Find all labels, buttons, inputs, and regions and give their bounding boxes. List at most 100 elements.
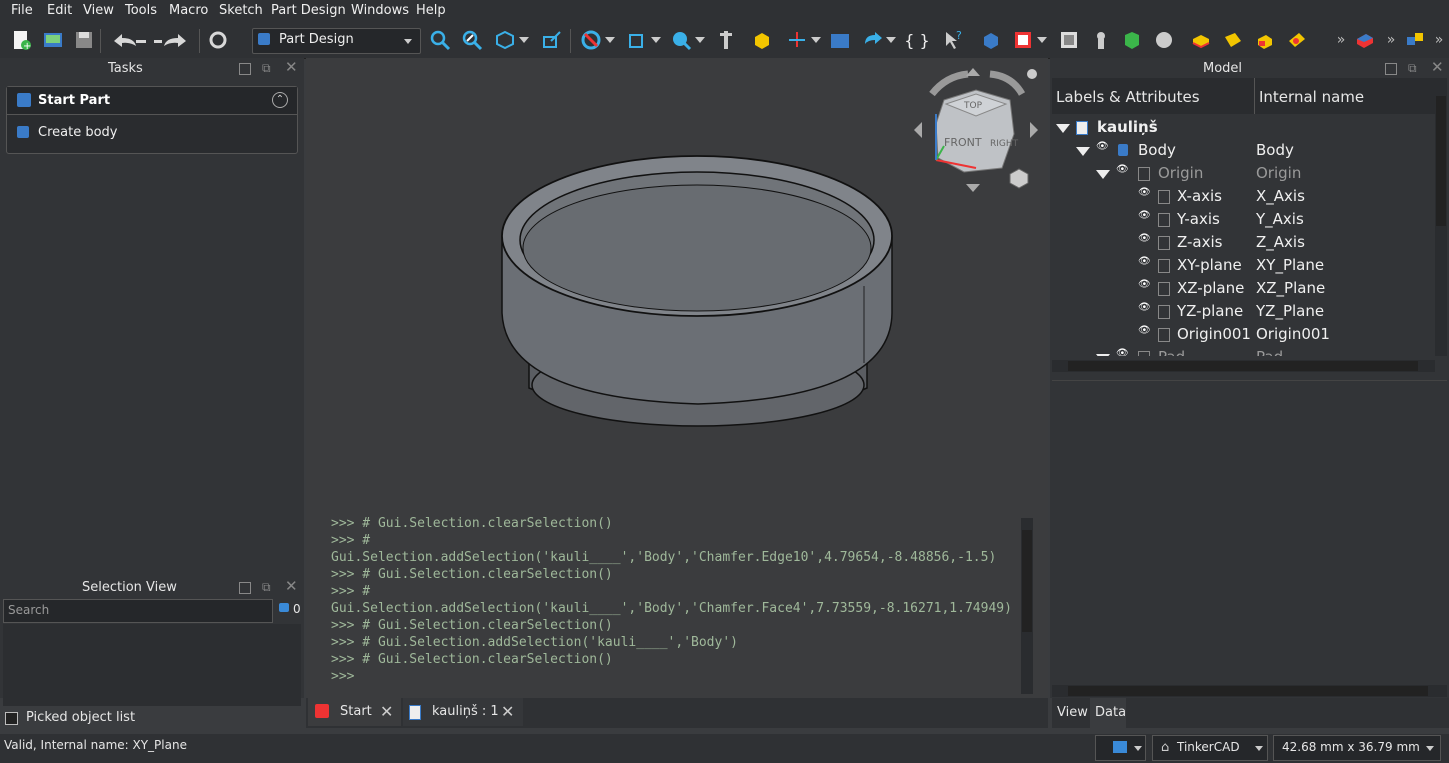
chevron-down-icon[interactable]: [811, 37, 821, 43]
whats-this-icon[interactable]: ?: [940, 27, 966, 53]
bounding-box-icon[interactable]: [624, 27, 650, 53]
visibility-eye-icon[interactable]: 👁: [1096, 141, 1109, 152]
selection-search-input[interactable]: Search: [3, 599, 273, 623]
fit-all-icon[interactable]: [427, 27, 453, 53]
navcube-front-label[interactable]: FRONT: [944, 136, 982, 149]
close-panel-icon[interactable]: ✕: [285, 579, 298, 594]
boolean-icon[interactable]: [1352, 27, 1378, 53]
menu-part-design[interactable]: Part Design: [271, 3, 346, 18]
chevron-down-icon[interactable]: [886, 37, 896, 43]
save-icon[interactable]: [71, 27, 97, 53]
clear-search-icon[interactable]: [279, 603, 289, 612]
visibility-eye-icon[interactable]: 👁: [1138, 187, 1151, 198]
picked-object-checkbox[interactable]: [5, 712, 18, 725]
float-panel-icon[interactable]: [239, 63, 251, 75]
sketch-icon[interactable]: [1010, 27, 1036, 53]
isometric-view-icon[interactable]: [492, 27, 518, 53]
visibility-eye-icon[interactable]: 👁: [1138, 302, 1151, 313]
braces-icon[interactable]: { }: [904, 27, 930, 53]
box-zoom-icon[interactable]: [539, 27, 565, 53]
restore-panel-icon[interactable]: ⧉: [1408, 62, 1420, 74]
tab-document[interactable]: kauliņš : 1 ✕: [403, 698, 523, 726]
open-file-icon[interactable]: [40, 27, 66, 53]
menu-macro[interactable]: Macro: [169, 3, 208, 18]
menu-edit[interactable]: Edit: [47, 3, 72, 18]
expand-arrow-icon[interactable]: [1096, 170, 1110, 179]
float-panel-icon[interactable]: [1385, 63, 1397, 75]
axis-cross-icon[interactable]: [784, 27, 810, 53]
tree-row[interactable]: 👁 Origin001 Origin001: [1052, 323, 1435, 346]
navcube-right-label[interactable]: RIGHT: [990, 139, 1019, 149]
tab-data[interactable]: Data: [1090, 698, 1126, 728]
menu-file[interactable]: File: [11, 3, 33, 18]
redo-icon[interactable]: [152, 27, 192, 53]
tree-vertical-scrollbar[interactable]: [1435, 78, 1447, 356]
link-icon[interactable]: [860, 27, 886, 53]
restore-panel-icon[interactable]: ⧉: [262, 62, 274, 74]
tab-start[interactable]: Start ✕: [308, 698, 401, 726]
console-scrollbar[interactable]: [1021, 518, 1033, 694]
scrollbar-handle[interactable]: [1022, 530, 1032, 632]
navigation-cube[interactable]: TOP FRONT RIGHT: [906, 64, 1046, 204]
property-scrollbar[interactable]: [1052, 685, 1447, 697]
selection-list[interactable]: [3, 624, 301, 706]
tree-row[interactable]: 👁 Body Body: [1052, 139, 1435, 162]
new-file-icon[interactable]: +: [8, 27, 34, 53]
chevron-down-icon[interactable]: [651, 37, 661, 43]
navigation-style-selector[interactable]: ⌂ TinkerCAD: [1152, 735, 1268, 761]
tree-row[interactable]: kauliņš: [1052, 116, 1435, 139]
draw-style-icon[interactable]: [578, 27, 604, 53]
model-tree[interactable]: kauliņš 👁 Body Body 👁 Origin Origin 👁 X-axis X_Ax…: [1052, 114, 1435, 356]
draw-style-selector[interactable]: [1095, 735, 1146, 761]
tree-row[interactable]: 👁 Pad Pad: [1052, 346, 1435, 356]
float-panel-icon[interactable]: [239, 582, 251, 594]
toolbar-overflow-icon[interactable]: »: [1426, 27, 1449, 53]
toolbar-overflow-icon[interactable]: »: [1328, 27, 1354, 53]
property-view[interactable]: [1052, 380, 1447, 687]
revolution-icon[interactable]: [1252, 27, 1278, 53]
create-body-link[interactable]: Create body: [38, 125, 117, 140]
pocket-icon[interactable]: [1220, 27, 1246, 53]
point-icon[interactable]: [1088, 27, 1114, 53]
subtractive-icon[interactable]: [1151, 27, 1177, 53]
scrollbar-handle[interactable]: [1068, 361, 1418, 371]
restore-panel-icon[interactable]: ⧉: [262, 581, 274, 593]
tree-row[interactable]: 👁 XZ-plane XZ_Plane: [1052, 277, 1435, 300]
tree-row[interactable]: 👁 Origin Origin: [1052, 162, 1435, 185]
chevron-down-icon[interactable]: [695, 37, 705, 43]
visibility-eye-icon[interactable]: 👁: [1138, 325, 1151, 336]
close-panel-icon[interactable]: ✕: [285, 60, 298, 75]
pad-icon[interactable]: [1188, 27, 1214, 53]
scrollbar-handle[interactable]: [1436, 96, 1446, 226]
navcube-top-label[interactable]: TOP: [963, 101, 983, 111]
dimension-selector[interactable]: 42.68 mm x 36.79 mm: [1273, 735, 1441, 761]
menu-sketch[interactable]: Sketch: [219, 3, 263, 18]
folder-icon[interactable]: [827, 27, 853, 53]
menu-help[interactable]: Help: [416, 3, 446, 18]
close-tab-icon[interactable]: ✕: [380, 702, 393, 721]
close-panel-icon[interactable]: ✕: [1431, 60, 1444, 75]
taskbox-header[interactable]: Start Part ⌃: [7, 87, 297, 115]
visibility-eye-icon[interactable]: 👁: [1138, 279, 1151, 290]
tab-view[interactable]: View: [1057, 705, 1088, 720]
column-internal-name[interactable]: Internal name: [1259, 88, 1364, 106]
visibility-eye-icon[interactable]: 👁: [1138, 233, 1151, 244]
tree-horizontal-scrollbar[interactable]: [1052, 360, 1435, 372]
tree-row[interactable]: 👁 Z-axis Z_Axis: [1052, 231, 1435, 254]
expand-arrow-icon[interactable]: [1056, 124, 1070, 133]
chevron-down-icon[interactable]: [605, 37, 615, 43]
visibility-eye-icon[interactable]: 👁: [1138, 210, 1151, 221]
fit-selection-icon[interactable]: [459, 27, 485, 53]
tree-row[interactable]: 👁 X-axis X_Axis: [1052, 185, 1435, 208]
visibility-eye-icon[interactable]: 👁: [1116, 348, 1129, 356]
pattern-icon[interactable]: [1402, 27, 1428, 53]
visibility-eye-icon[interactable]: 👁: [1116, 164, 1129, 175]
close-tab-icon[interactable]: ✕: [501, 702, 514, 721]
undo-icon[interactable]: [108, 27, 148, 53]
tree-row[interactable]: 👁 XY-plane XY_Plane: [1052, 254, 1435, 277]
menu-windows[interactable]: Windows: [351, 3, 409, 18]
visibility-eye-icon[interactable]: 👁: [1138, 256, 1151, 267]
expand-arrow-icon[interactable]: [1076, 147, 1090, 156]
refresh-icon[interactable]: [205, 27, 231, 53]
chevron-down-icon[interactable]: [519, 37, 529, 43]
